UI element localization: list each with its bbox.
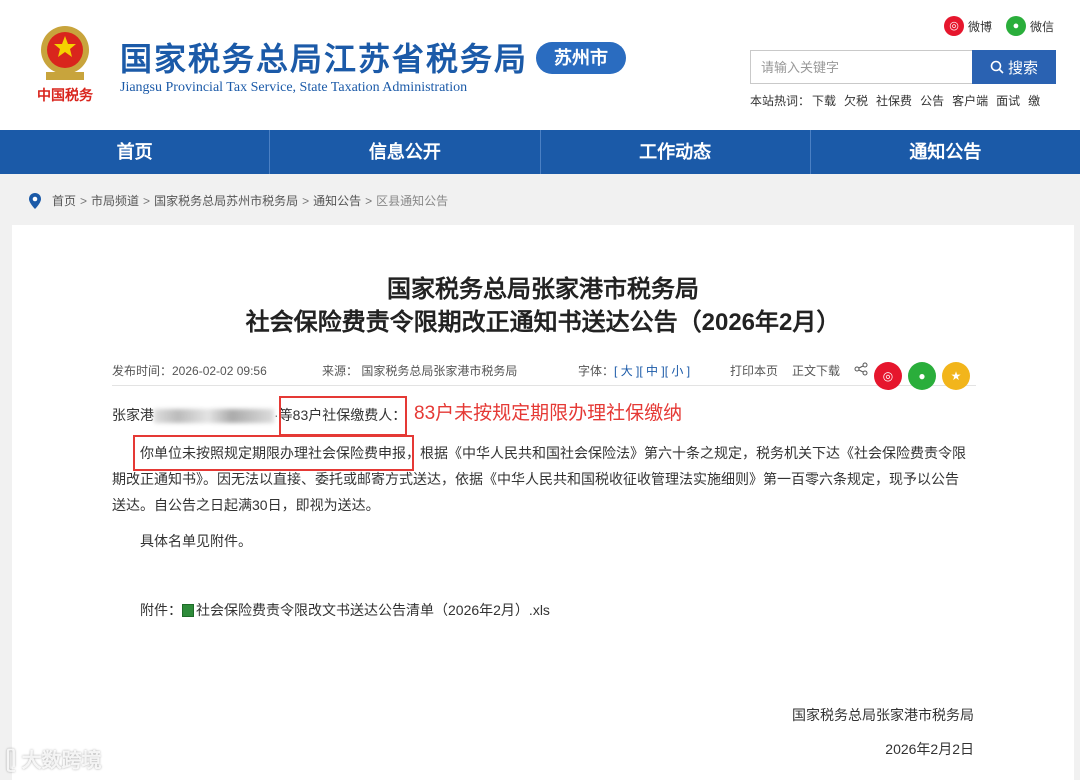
emblem-text: 中国税务 <box>37 87 94 104</box>
font-size-controls: 字体：[ 大 ][ 中 ][ 小 ] <box>578 364 691 378</box>
search-button[interactable]: 搜索 <box>972 50 1056 84</box>
attachment-label: 附件： <box>140 602 182 618</box>
excel-file-icon <box>182 603 194 617</box>
search-icon <box>990 60 1004 74</box>
font-small-button[interactable]: 小 <box>671 364 683 378</box>
redacted-text <box>154 409 274 424</box>
article-panel: 国家税务总局张家港市税务局 社会保险费责令限期改正通知书送达公告（2026年2月… <box>12 225 1074 780</box>
wechat-icon: ● <box>1006 16 1026 36</box>
hotword-link[interactable]: 客户端 <box>952 92 988 109</box>
main-nav: 首页 信息公开 工作动态 通知公告 <box>0 130 1080 174</box>
nav-item-info-disclosure[interactable]: 信息公开 <box>270 130 541 174</box>
tax-emblem-logo[interactable]: 中国税务 <box>30 20 100 114</box>
location-pin-icon <box>29 192 41 209</box>
watermark-logo: ᥫ 大数跨境 <box>6 744 102 773</box>
article-title-line1: 国家税务总局张家港市税务局 <box>387 276 699 303</box>
font-size-label: 字体： <box>578 364 615 378</box>
watermark-text: 大数跨境 <box>21 750 102 772</box>
breadcrumb-item[interactable]: 首页 <box>52 192 76 209</box>
watermark-icon: ᥫ <box>6 750 17 772</box>
breadcrumb: 首页 > 市局频道 > 国家税务总局苏州市税务局 > 通知公告 > 区县通知公告 <box>28 192 448 209</box>
hotword-link[interactable]: 缴 <box>1028 92 1040 109</box>
hotword-link[interactable]: 社保费 <box>876 92 912 109</box>
site-title[interactable]: 国家税务总局江苏省税务局 <box>120 34 528 80</box>
breadcrumb-separator: > <box>365 193 373 208</box>
site-subtitle: Jiangsu Provincial Tax Service, State Ta… <box>120 80 468 95</box>
body-line-3: 送达。自公告之日起满30日，即视为送达。 <box>112 497 380 513</box>
breadcrumb-item[interactable]: 市局频道 <box>91 192 139 209</box>
breadcrumb-item[interactable]: 国家税务总局苏州市税务局 <box>154 192 298 209</box>
share-wechat-icon[interactable]: ● <box>908 362 936 390</box>
attachment-row: 附件： 社会保险费责令限改文书送达公告清单（2026年2月）.xls <box>140 597 550 623</box>
nav-item-work-news[interactable]: 工作动态 <box>541 130 811 174</box>
signature: 国家税务总局张家港市税务局 <box>792 707 974 723</box>
search-button-label: 搜索 <box>1007 59 1038 77</box>
download-button[interactable]: 正文下载 <box>792 362 840 379</box>
highlight-box-count <box>279 396 407 436</box>
font-large-button[interactable]: 大 <box>621 364 633 378</box>
hotword-link[interactable]: 面试 <box>996 92 1020 109</box>
nav-item-home[interactable]: 首页 <box>0 130 271 174</box>
site-header: 中国税务 国家税务总局江苏省税务局 苏州市 Jiangsu Provincial… <box>0 0 1080 130</box>
favorite-star-icon[interactable]: ★ <box>942 362 970 390</box>
article-title-line2: 社会保险费责令限期改正通知书送达公告（2026年2月） <box>245 309 841 336</box>
hotwords-label: 本站热词： <box>750 94 811 108</box>
hotwords-bar: 本站热词： 下载 欠税 社保费 公告 客户端 面试 缴 <box>750 92 1055 109</box>
share-weibo-icon[interactable]: ◎ <box>874 362 902 390</box>
share-icon[interactable] <box>854 362 868 379</box>
signature-date: 2026年2月2日 <box>885 741 974 757</box>
city-badge[interactable]: 苏州市 <box>536 42 626 74</box>
breadcrumb-separator: > <box>80 193 88 208</box>
hotword-link[interactable]: 公告 <box>920 92 944 109</box>
article-source: 来源： 国家税务总局张家港市税务局 <box>322 364 518 378</box>
weibo-icon: ◎ <box>944 16 964 36</box>
weibo-label: 微博 <box>968 19 993 34</box>
wechat-label: 微信 <box>1030 19 1055 34</box>
body-line-2: 期改正通知书》。因无法以直接、委托或邮寄方式送达，依据《中华人民共和国税收征收管… <box>112 471 959 487</box>
attachment-link[interactable]: 社会保险费责令限改文书送达公告清单（2026年2月）.xls <box>196 602 550 618</box>
article-meta-bar: 发布时间：2026-02-02 09:56 来源： 国家税务总局张家港市税务局 … <box>112 356 976 390</box>
article-title: 国家税务总局张家港市税务局 社会保险费责令限期改正通知书送达公告（2026年2月… <box>12 273 1074 339</box>
search-input[interactable] <box>750 50 972 84</box>
hotword-link[interactable]: 下载 <box>812 92 836 109</box>
breadcrumb-current[interactable]: 区县通知公告 <box>376 192 448 209</box>
wechat-link[interactable]: ● 微信 <box>1006 16 1054 36</box>
publish-time: 发布时间：2026-02-02 09:56 <box>112 364 267 378</box>
print-button[interactable]: 打印本页 <box>730 362 778 379</box>
font-medium-button[interactable]: 中 <box>646 364 658 378</box>
addressee-prefix: 张家港 <box>112 407 154 423</box>
detail-note: 具体名单见附件。 <box>140 533 252 549</box>
breadcrumb-separator: > <box>143 193 151 208</box>
annotation-label: 83户未按规定期限办理社保缴纳 <box>414 403 683 424</box>
weibo-link[interactable]: ◎ 微博 <box>944 16 992 36</box>
breadcrumb-item[interactable]: 通知公告 <box>313 192 361 209</box>
body-text: 根据《中华人民共和国社会保险法》第六十条之规定，税务机关下达《社会保险费责令限 <box>420 445 966 461</box>
breadcrumb-separator: > <box>302 193 310 208</box>
hotword-link[interactable]: 欠税 <box>844 92 868 109</box>
nav-item-notices[interactable]: 通知公告 <box>811 130 1080 174</box>
